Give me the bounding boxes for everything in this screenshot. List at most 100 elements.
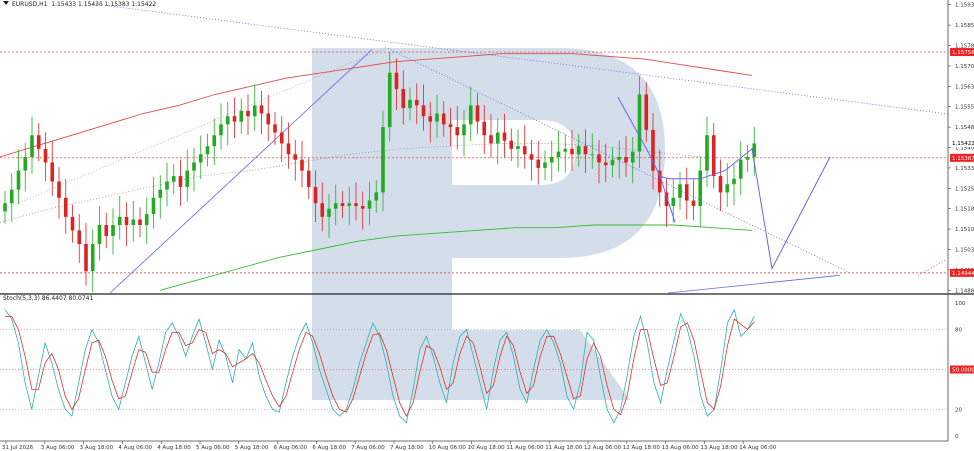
- x-tick-label: 13 Aug 18:00: [700, 445, 738, 451]
- candle-body: [225, 116, 230, 125]
- x-tick-label: 10 Aug 06:00: [429, 445, 467, 451]
- x-tick-label: 11 Aug 18:00: [545, 445, 583, 451]
- x-tick-label: 10 Aug 18:00: [468, 445, 506, 451]
- x-tick-label: 4 Aug 06:00: [118, 445, 152, 451]
- candle-body: [563, 148, 568, 152]
- candle-body: [529, 154, 534, 160]
- candle-body: [671, 197, 676, 206]
- candle-body: [441, 113, 446, 125]
- candle-body: [117, 216, 122, 226]
- y-tick-label: 1.15705: [955, 64, 974, 70]
- candle-body: [84, 244, 88, 272]
- candle-body: [151, 197, 156, 215]
- candle-body: [435, 113, 439, 122]
- candle-body: [684, 184, 689, 201]
- candle-body: [408, 99, 412, 109]
- candle-body: [637, 94, 642, 152]
- x-tick-label: 31 Jul 2026: [2, 445, 34, 451]
- candle-body: [468, 105, 473, 125]
- candle-body: [482, 121, 487, 136]
- candle-body: [522, 146, 527, 155]
- y-tick-label: 1.15180: [955, 207, 974, 213]
- candle-body: [610, 159, 615, 166]
- y-tick-label: 1.15030: [955, 247, 974, 253]
- y-tick-label: 1.15255: [955, 186, 974, 192]
- y-tick-label: 1.15330: [955, 166, 974, 172]
- candle-body: [509, 140, 514, 149]
- candle-body: [70, 216, 75, 231]
- candle-body: [360, 205, 365, 209]
- candle-body: [374, 192, 379, 201]
- candle-body: [347, 203, 352, 206]
- candle-body: [678, 184, 682, 198]
- candle-body: [266, 113, 271, 125]
- candle-body: [16, 170, 21, 190]
- candle-body: [570, 148, 574, 155]
- candle-body: [97, 225, 102, 245]
- candle-body: [171, 176, 176, 182]
- candle-body: [516, 146, 520, 149]
- candle-body: [63, 197, 68, 217]
- y-tick-label: 1.14880: [955, 288, 974, 294]
- candle-body: [259, 105, 264, 114]
- candle-body: [630, 151, 635, 163]
- y-tick-label: 1.15555: [955, 105, 974, 111]
- candle-body: [597, 154, 601, 163]
- x-tick-label: 7 Aug 18:00: [390, 445, 424, 451]
- x-tick-label: 13 Aug 06:00: [662, 445, 700, 451]
- x-tick-label: 11 Aug 06:00: [506, 445, 544, 451]
- candle-body: [421, 105, 426, 117]
- candle-body: [252, 105, 257, 117]
- price-chart[interactable]: 1008050.0000200 1.159301.158551.157801.1…: [0, 0, 974, 451]
- x-tick-label: 7 Aug 06:00: [351, 445, 385, 451]
- candle-body: [691, 200, 696, 206]
- x-tick-label: 5 Aug 18:00: [235, 445, 269, 451]
- x-tick-label: 4 Aug 18:00: [157, 445, 191, 451]
- bottom-support-line: [667, 274, 841, 294]
- stoch-tick-label: 0: [955, 434, 959, 440]
- price-tag-label: 1.14944: [952, 271, 974, 277]
- candle-body: [36, 135, 41, 149]
- candle-body: [219, 124, 223, 136]
- candle-body: [43, 148, 48, 163]
- candle-body: [354, 203, 358, 206]
- candle-body: [57, 181, 61, 198]
- candle-body: [475, 105, 480, 122]
- candle-body: [536, 159, 541, 168]
- x-tick-label: 5 Aug 06:00: [196, 445, 230, 451]
- candle-body: [3, 203, 7, 212]
- candle-body: [624, 157, 628, 163]
- candle-body: [502, 132, 507, 141]
- price-tag-label: 1.15367: [952, 156, 974, 162]
- candle-body: [131, 219, 136, 226]
- candle-body: [111, 225, 115, 236]
- candle-body: [381, 127, 385, 193]
- stoch-tick-label: 80: [955, 328, 962, 334]
- candle-body: [124, 216, 129, 226]
- candle-body: [448, 124, 453, 128]
- candle-body: [198, 154, 203, 163]
- price-tag-label: 1.15756: [952, 50, 974, 56]
- stoch-tick-label: 100: [955, 301, 966, 307]
- candle-body: [104, 225, 109, 236]
- candle-body: [144, 214, 149, 226]
- candle-body: [9, 189, 14, 204]
- candle-body: [705, 135, 709, 171]
- stoch-tag-label: 50.0000: [952, 368, 974, 374]
- candle-body: [158, 189, 163, 198]
- candle-body: [205, 146, 210, 155]
- candle-body: [77, 230, 82, 245]
- candle-body: [617, 157, 622, 160]
- candle-body: [725, 184, 730, 193]
- candle-body: [185, 170, 190, 187]
- stoch-tick-label: 20: [955, 407, 962, 413]
- candle-body: [732, 178, 736, 185]
- candle-body: [239, 110, 244, 122]
- candle-body: [718, 176, 723, 193]
- candle-body: [698, 170, 703, 206]
- candle-body: [401, 89, 406, 109]
- candle-body: [367, 200, 372, 209]
- candle-body: [489, 135, 493, 144]
- candle-body: [212, 135, 217, 147]
- candle-body: [394, 72, 399, 90]
